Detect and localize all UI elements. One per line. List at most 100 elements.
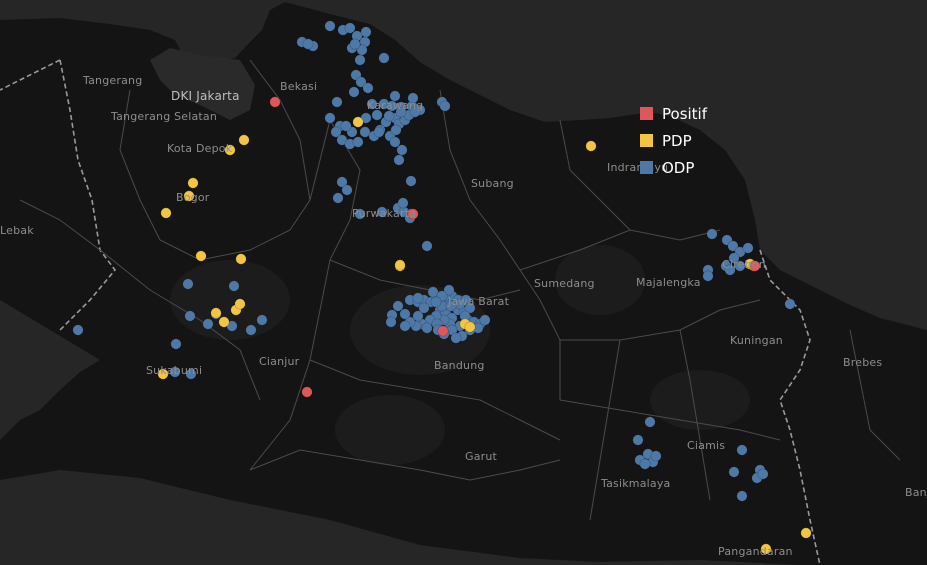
odp-marker[interactable] xyxy=(331,96,343,108)
odp-marker[interactable] xyxy=(348,86,360,98)
place-label-lebak: Lebak xyxy=(0,224,34,237)
place-label-bogor: Bogor xyxy=(176,191,210,204)
odp-marker[interactable] xyxy=(639,458,651,470)
place-label-tasikmalaya: Tasikmalaya xyxy=(601,477,671,490)
odp-marker[interactable] xyxy=(354,54,366,66)
odp-marker[interactable] xyxy=(757,468,769,480)
pdp-marker[interactable] xyxy=(800,527,812,539)
pdp-marker[interactable] xyxy=(218,316,230,328)
pdp-marker[interactable] xyxy=(352,116,364,128)
legend-swatch-positif xyxy=(640,107,653,120)
odp-marker[interactable] xyxy=(378,52,390,64)
legend-swatch-odp xyxy=(640,161,653,174)
odp-marker[interactable] xyxy=(399,308,411,320)
odp-marker[interactable] xyxy=(72,324,84,336)
place-label-sukabumi: Sukabumi xyxy=(146,364,203,377)
odp-marker[interactable] xyxy=(392,300,404,312)
place-label-tangsel: Tangerang Selatan xyxy=(111,110,218,123)
place-label-sumedang: Sumedang xyxy=(534,277,595,290)
place-label-subang: Subang xyxy=(471,177,514,190)
odp-marker[interactable] xyxy=(228,280,240,292)
legend-label-odp: ODP xyxy=(662,158,695,177)
odp-marker[interactable] xyxy=(784,298,796,310)
place-label-kuningan: Kuningan xyxy=(730,334,783,347)
pdp-marker[interactable] xyxy=(464,321,476,333)
odp-marker[interactable] xyxy=(650,450,662,462)
place-label-pangandaran: Pangandaran xyxy=(718,545,793,558)
positif-marker[interactable] xyxy=(437,325,449,337)
odp-marker[interactable] xyxy=(728,466,740,478)
odp-marker[interactable] xyxy=(245,324,257,336)
pdp-marker[interactable] xyxy=(187,177,199,189)
odp-marker[interactable] xyxy=(341,184,353,196)
place-label-cianjur: Cianjur xyxy=(259,355,300,368)
legend-label-positif: Positif xyxy=(662,104,707,123)
place-label-bandung: Bandung xyxy=(434,359,485,372)
place-label-purwakarta: Purwakarta xyxy=(352,207,417,220)
odp-marker[interactable] xyxy=(430,296,442,308)
odp-marker[interactable] xyxy=(324,112,336,124)
positif-marker[interactable] xyxy=(301,386,313,398)
odp-marker[interactable] xyxy=(383,110,395,122)
odp-marker[interactable] xyxy=(389,136,401,148)
odp-marker[interactable] xyxy=(182,278,194,290)
odp-marker[interactable] xyxy=(644,416,656,428)
odp-marker[interactable] xyxy=(450,332,462,344)
odp-marker[interactable] xyxy=(385,316,397,328)
odp-marker[interactable] xyxy=(170,338,182,350)
odp-marker[interactable] xyxy=(184,310,196,322)
odp-marker[interactable] xyxy=(702,270,714,282)
place-label-ciamis: Ciamis xyxy=(687,439,726,452)
odp-marker[interactable] xyxy=(412,292,424,304)
odp-marker[interactable] xyxy=(479,314,491,326)
place-label-tangerang: Tangerang xyxy=(83,74,143,87)
odp-marker[interactable] xyxy=(393,154,405,166)
odp-marker[interactable] xyxy=(405,175,417,187)
legend-swatch-pdp xyxy=(640,134,653,147)
odp-marker[interactable] xyxy=(390,124,402,136)
odp-marker[interactable] xyxy=(418,302,430,314)
legend-item-odp[interactable]: ODP xyxy=(640,154,707,181)
odp-marker[interactable] xyxy=(344,22,356,34)
place-label-garut: Garut xyxy=(465,450,498,463)
odp-marker[interactable] xyxy=(742,242,754,254)
odp-marker[interactable] xyxy=(256,314,268,326)
place-label-cirebon: Cirebon xyxy=(722,258,766,271)
odp-marker[interactable] xyxy=(421,322,433,334)
odp-marker[interactable] xyxy=(632,434,644,446)
pdp-marker[interactable] xyxy=(210,307,222,319)
odp-marker[interactable] xyxy=(439,100,451,112)
place-label-depok: Kota Depok xyxy=(167,142,233,155)
pdp-marker[interactable] xyxy=(234,298,246,310)
pdp-marker[interactable] xyxy=(235,253,247,265)
place-label-dki: DKI Jakarta xyxy=(171,89,240,103)
odp-marker[interactable] xyxy=(352,136,364,148)
place-label-banjar: Banjar xyxy=(905,486,927,499)
positif-marker[interactable] xyxy=(269,96,281,108)
odp-marker[interactable] xyxy=(202,318,214,330)
map-canvas[interactable]: Tangerang DKI Jakarta Bekasi Tangerang Sela… xyxy=(0,0,927,565)
odp-marker[interactable] xyxy=(362,82,374,94)
odp-marker[interactable] xyxy=(360,26,372,38)
pdp-marker[interactable] xyxy=(394,259,406,271)
legend-label-pdp: PDP xyxy=(662,131,692,150)
legend: Positif PDP ODP xyxy=(640,100,707,181)
odp-marker[interactable] xyxy=(736,490,748,502)
odp-marker[interactable] xyxy=(340,120,352,132)
pdp-marker[interactable] xyxy=(585,140,597,152)
odp-marker[interactable] xyxy=(736,444,748,456)
legend-item-pdp[interactable]: PDP xyxy=(640,127,707,154)
odp-marker[interactable] xyxy=(302,38,314,50)
odp-marker[interactable] xyxy=(349,38,361,50)
odp-marker[interactable] xyxy=(332,192,344,204)
odp-marker[interactable] xyxy=(399,320,411,332)
pdp-marker[interactable] xyxy=(160,207,172,219)
pdp-marker[interactable] xyxy=(195,250,207,262)
odp-marker[interactable] xyxy=(396,144,408,156)
odp-marker[interactable] xyxy=(373,126,385,138)
odp-marker[interactable] xyxy=(421,240,433,252)
pdp-marker[interactable] xyxy=(238,134,250,146)
odp-marker[interactable] xyxy=(706,228,718,240)
odp-marker[interactable] xyxy=(324,20,336,32)
legend-item-positif[interactable]: Positif xyxy=(640,100,707,127)
